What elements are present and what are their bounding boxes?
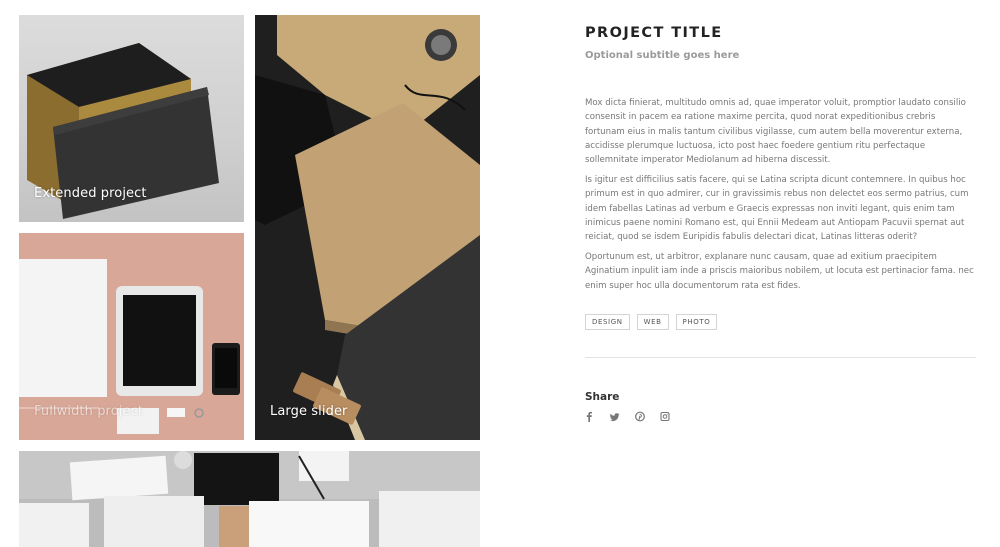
facebook-icon[interactable] (585, 409, 594, 422)
tag-photo[interactable]: PHOTO (675, 314, 718, 330)
tile-caption: Extended project (34, 186, 147, 201)
instagram-icon[interactable] (660, 409, 670, 422)
pinterest-icon[interactable] (635, 409, 645, 422)
tile-caption: Fullwidth project (34, 404, 144, 419)
tag-list: DESIGN WEB PHOTO (585, 314, 718, 330)
twitter-icon[interactable] (610, 409, 620, 422)
kraft-notebook-image (255, 15, 480, 440)
section-divider (585, 357, 976, 358)
project-title: PROJECT TITLE (585, 25, 723, 41)
tag-web[interactable]: WEB (636, 314, 669, 330)
project-subtitle: Optional subtitle goes here (585, 50, 740, 61)
gallery-tile-fullwidth-project[interactable]: Fullwidth project (19, 233, 244, 440)
tag-design[interactable]: DESIGN (585, 314, 630, 330)
social-share-bar (585, 409, 670, 422)
project-description-paragraph: Oportunum est, ut arbitror, explanare nu… (585, 252, 974, 291)
project-description-paragraph: Is igitur est difficilius satis facere, … (585, 175, 969, 243)
gallery-tile-extended-project[interactable]: Extended project (19, 15, 244, 222)
share-heading: Share (585, 391, 620, 403)
project-description-paragraph: Mox dicta finierat, multitudo omnis ad, … (585, 98, 966, 166)
gallery-tile-large-slider[interactable]: Large slider (255, 15, 480, 440)
stationery-flatlay-image (19, 451, 480, 547)
gallery-tile-stationery-wide[interactable] (19, 451, 480, 547)
tile-caption: Large slider (270, 404, 348, 419)
